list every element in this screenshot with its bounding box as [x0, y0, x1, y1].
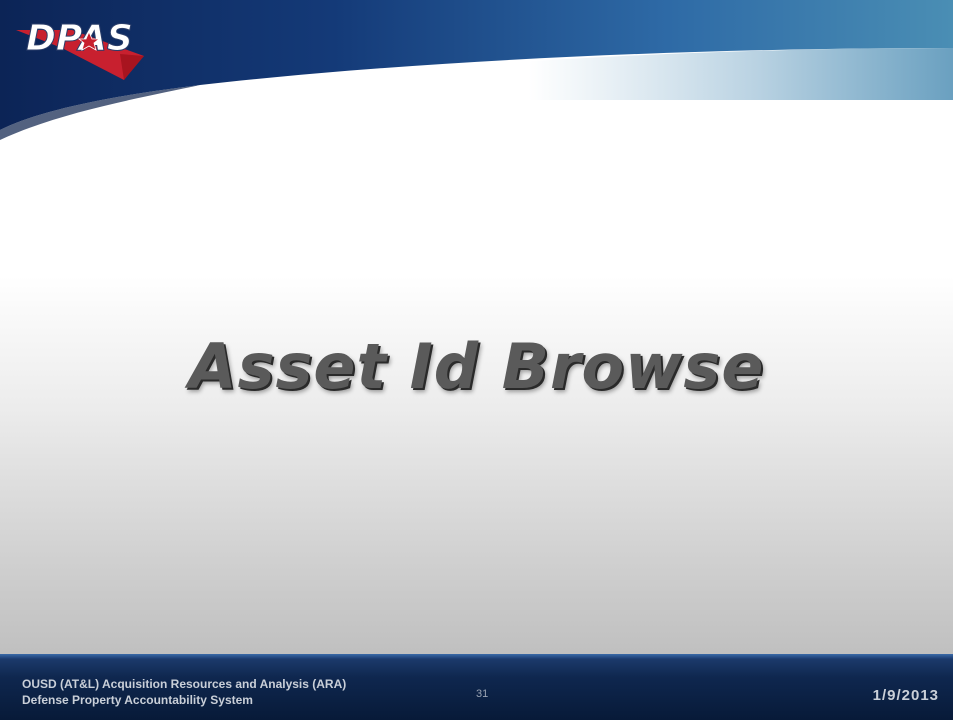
footer-divider — [0, 654, 953, 659]
footer-org-line-1: OUSD (AT&L) Acquisition Resources and An… — [22, 677, 347, 691]
slide-body: DPAS Asset Id Browse — [0, 0, 953, 658]
footer-date: 1/9/2013 — [872, 687, 939, 704]
footer-organization: OUSD (AT&L) Acquisition Resources and An… — [22, 676, 346, 708]
footer-org-line-2: Defense Property Accountability System — [22, 693, 253, 707]
logo-text: DPAS — [26, 18, 133, 59]
title-container: Asset Id Browse — [0, 330, 953, 403]
page-number: 31 — [476, 688, 489, 700]
dpas-logo: DPAS — [16, 18, 144, 80]
slide: DPAS Asset Id Browse OUSD (AT&L) Acquisi… — [0, 0, 953, 720]
footer-bar: OUSD (AT&L) Acquisition Resources and An… — [0, 654, 953, 720]
slide-title: Asset Id Browse — [188, 330, 765, 403]
